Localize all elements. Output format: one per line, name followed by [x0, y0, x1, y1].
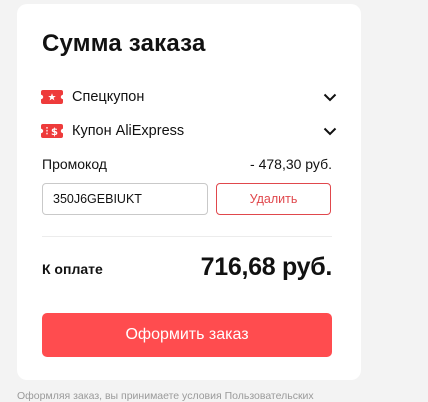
svg-text:$: $	[51, 127, 58, 138]
chevron-down-icon[interactable]	[323, 90, 337, 104]
total-label: К оплате	[42, 261, 103, 277]
chevron-down-icon[interactable]	[323, 124, 337, 138]
special-coupon-row[interactable]: Спецкупон	[41, 84, 337, 110]
promo-code-header: Промокод - 478,30 руб.	[42, 156, 332, 172]
terms-note: Оформляя заказ, вы принимаете условия По…	[17, 390, 314, 402]
aliexpress-coupon-label: Купон AliExpress	[72, 123, 185, 139]
special-coupon-label: Спецкупон	[72, 89, 145, 105]
order-summary-title: Сумма заказа	[42, 30, 206, 57]
promo-code-label: Промокод	[42, 156, 107, 172]
order-summary-card: Сумма заказа Спецкупон $ Купон AliExpres…	[17, 4, 361, 380]
aliexpress-coupon-row[interactable]: $ Купон AliExpress	[41, 118, 337, 144]
special-coupon-icon	[41, 89, 63, 105]
promo-discount-value: - 478,30 руб.	[250, 156, 332, 172]
checkout-button[interactable]: Оформить заказ	[42, 313, 332, 357]
promo-code-input[interactable]	[42, 183, 208, 215]
divider	[42, 236, 332, 237]
delete-promo-button[interactable]: Удалить	[216, 183, 331, 215]
aliexpress-coupon-icon: $	[41, 123, 63, 139]
total-amount: 716,68 руб.	[200, 253, 333, 281]
